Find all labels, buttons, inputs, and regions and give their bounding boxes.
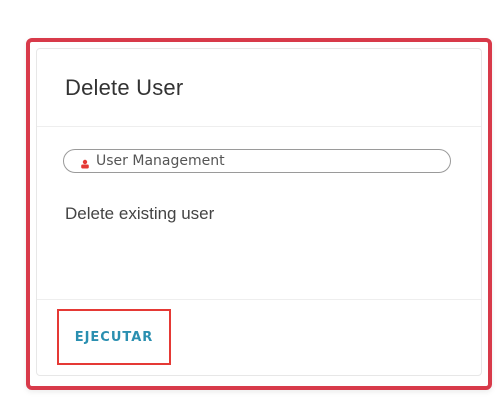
card-description: Delete existing user bbox=[65, 204, 215, 223]
execute-button-label: EJECUTAR bbox=[74, 329, 154, 345]
delete-user-card: Delete User User Management Delete exist… bbox=[36, 48, 482, 376]
card-title: Delete User bbox=[65, 75, 184, 100]
execute-button[interactable]: EJECUTAR bbox=[57, 309, 171, 365]
header-divider bbox=[37, 126, 481, 127]
user-icon bbox=[80, 156, 90, 169]
category-tag-label: User Management bbox=[96, 153, 225, 169]
category-tag: User Management bbox=[63, 149, 451, 173]
footer-divider bbox=[37, 299, 481, 300]
